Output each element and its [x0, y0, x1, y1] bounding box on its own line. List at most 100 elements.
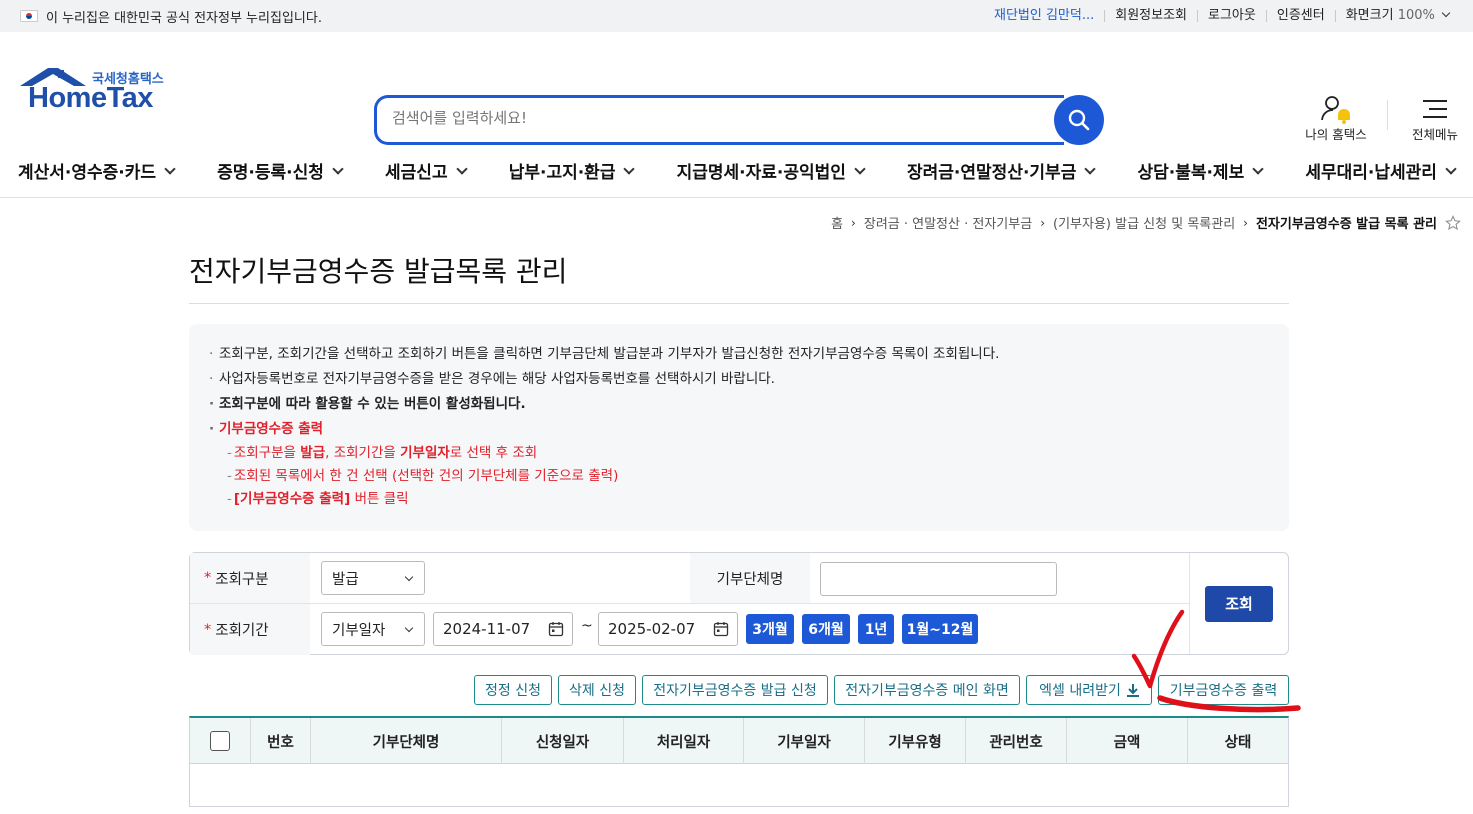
- col-donation-type: 기부유형: [865, 718, 966, 764]
- nav-label: 세금신고: [385, 163, 448, 183]
- chevron-down-icon: [404, 572, 414, 582]
- notice-print-heading: 기부금영수증 출력: [209, 417, 1269, 442]
- nav-statement-public-corp[interactable]: 지급명세·자료·공익법인: [676, 158, 866, 183]
- member-info-link[interactable]: 회원정보조회: [1104, 9, 1197, 22]
- search-filter: * 조회구분 발급 기부단체명 * 조회기간 기부일자 2024-11-07 ~ 2…: [189, 552, 1289, 655]
- chevron-down-icon: [332, 162, 344, 175]
- breadcrumb: 홈 › 장려금 · 연말정산 · 전자기부금 › (기부자용) 발급 신청 및 …: [831, 213, 1461, 232]
- col-process-date: 처리일자: [624, 718, 744, 764]
- select-value: 발급: [332, 571, 359, 588]
- notice-sub-line: [기부금영수증 출력] 버튼 클릭: [209, 488, 1269, 511]
- nav-label: 증명·등록·신청: [217, 163, 324, 183]
- nav-label: 지급명세·자료·공익법인: [676, 163, 846, 183]
- period-jan-dec-button[interactable]: 1월~12월: [902, 614, 978, 644]
- delete-request-button[interactable]: 삭제 신청: [558, 675, 636, 705]
- issue-request-button[interactable]: 전자기부금영수증 발급 신청: [642, 675, 828, 705]
- nav-incentive-yearend-donation[interactable]: 장려금·연말정산·기부금: [907, 158, 1097, 183]
- logout-link[interactable]: 로그아웃: [1197, 9, 1266, 22]
- star-icon[interactable]: [1445, 214, 1461, 231]
- chevron-down-icon: [404, 623, 414, 633]
- button-label: 엑셀 내려받기: [1039, 683, 1121, 699]
- main-screen-button[interactable]: 전자기부금영수증 메인 화면: [834, 675, 1020, 705]
- select-value: 기부일자: [332, 622, 386, 639]
- nav-label: 계산서·영수증·카드: [18, 163, 157, 183]
- chevron-right-icon: ›: [851, 215, 856, 230]
- breadcrumb-level2[interactable]: (기부자용) 발급 신청 및 목록관리: [1053, 213, 1235, 232]
- nav-consult-appeal[interactable]: 상담·불복·제보: [1137, 158, 1264, 183]
- search-input[interactable]: [392, 107, 1032, 129]
- cert-center-link[interactable]: 인증센터: [1265, 9, 1335, 22]
- notice-line: 사업자등록번호로 전자기부금영수증을 받은 경우에는 해당 사업자등록번호를 선…: [209, 367, 1269, 392]
- period-1y-button[interactable]: 1년: [858, 614, 894, 644]
- notice-line-bold: 조회구분에 따라 활용할 수 있는 버튼이 활성화됩니다.: [209, 392, 1269, 417]
- notice-text: 로 선택 후 조회: [449, 445, 538, 461]
- period-3m-button[interactable]: 3개월: [746, 614, 794, 644]
- user-name-link[interactable]: 재단법인 김만덕...: [984, 9, 1104, 22]
- notice-bold: [기부금영수증 출력]: [233, 491, 351, 507]
- notice-bold: 발급: [300, 445, 326, 461]
- select-all-cell: [190, 718, 251, 764]
- end-date-input[interactable]: 2025-02-07: [598, 612, 738, 646]
- chevron-right-icon: ›: [1243, 215, 1248, 230]
- select-all-checkbox[interactable]: [210, 731, 230, 751]
- nav-certificate-registration[interactable]: 증명·등록·신청: [217, 158, 344, 183]
- site-header: 국세청홈택스 HomeTax 나의 홈택스: [0, 32, 1473, 146]
- calendar-icon[interactable]: [548, 621, 564, 637]
- user-bell-icon: [1321, 96, 1350, 124]
- gov-notice-text[interactable]: 이 누리집은 대한민국 공식 전자정부 누리집입니다.: [46, 7, 322, 26]
- chevron-right-icon: ›: [1040, 215, 1045, 230]
- logo-text: HomeTax: [28, 82, 153, 114]
- screen-size-control[interactable]: 화면크기 100%: [1334, 8, 1459, 22]
- col-request-date: 신청일자: [502, 718, 624, 764]
- chevron-down-icon: [164, 162, 176, 175]
- breadcrumb-level1[interactable]: 장려금 · 연말정산 · 전자기부금: [864, 213, 1032, 232]
- print-receipt-button[interactable]: 기부금영수증 출력: [1158, 675, 1289, 705]
- col-number: 번호: [251, 718, 311, 764]
- search-button[interactable]: [1054, 95, 1104, 145]
- label-text: 조회기간: [215, 623, 269, 639]
- type-select[interactable]: 발급: [321, 561, 425, 595]
- all-menu-button[interactable]: 전체메뉴: [1404, 94, 1466, 143]
- my-hometax-button[interactable]: 나의 홈택스: [1300, 94, 1372, 143]
- breadcrumb-current: 전자기부금영수증 발급 목록 관리: [1255, 217, 1437, 232]
- notice-text: 버튼 클릭: [350, 491, 409, 507]
- notice-sub-line: 조회된 목록에서 한 건 선택 (선택한 건의 기부단체를 기준으로 출력): [209, 465, 1269, 488]
- period-type-select[interactable]: 기부일자: [321, 612, 425, 646]
- all-menu-label: 전체메뉴: [1411, 127, 1458, 142]
- chevron-down-icon: [854, 162, 866, 175]
- hamburger-icon: [1423, 100, 1447, 118]
- main-nav: 계산서·영수증·카드 증명·등록·신청 세금신고 납부·고지·환급 지급명세·자…: [0, 144, 1473, 198]
- inquiry-button[interactable]: 조회: [1205, 585, 1273, 622]
- gov-topbar: 이 누리집은 대한민국 공식 전자정부 누리집입니다. 재단법인 김만덕... …: [0, 0, 1473, 32]
- breadcrumb-home[interactable]: 홈: [831, 213, 843, 232]
- org-label: 기부단체명: [690, 553, 810, 603]
- gov-notice-area: 이 누리집은 대한민국 공식 전자정부 누리집입니다.: [20, 7, 322, 26]
- notice-box: 조회구분, 조회기간을 선택하고 조회하기 버튼을 클릭하면 기부금단체 발급분…: [189, 324, 1289, 531]
- period-6m-button[interactable]: 6개월: [802, 614, 850, 644]
- nav-tax-filing[interactable]: 세금신고: [385, 158, 468, 183]
- excel-download-button[interactable]: 엑셀 내려받기: [1026, 675, 1152, 705]
- nav-invoice-receipt-card[interactable]: 계산서·영수증·카드: [18, 158, 176, 183]
- chevron-down-icon: [455, 162, 468, 175]
- date-value: 2025-02-07: [608, 620, 696, 638]
- korea-flag-icon: [20, 10, 38, 22]
- type-label: * 조회구분: [190, 553, 310, 603]
- header-divider: [1387, 100, 1388, 130]
- page-title: 전자기부금영수증 발급목록 관리: [189, 255, 568, 288]
- col-status: 상태: [1224, 734, 1252, 751]
- start-date-input[interactable]: 2024-11-07: [433, 612, 573, 646]
- org-name-input[interactable]: [820, 562, 1057, 596]
- chevron-down-icon: [1252, 162, 1264, 175]
- chevron-down-icon: [1441, 8, 1451, 18]
- calendar-icon[interactable]: [713, 621, 729, 637]
- correct-request-button[interactable]: 정정 신청: [474, 675, 552, 705]
- col-manage-number: 관리번호: [966, 718, 1067, 764]
- col-org-name: 기부단체명: [311, 718, 502, 764]
- hometax-logo[interactable]: 국세청홈택스 HomeTax: [18, 66, 178, 146]
- period-label: * 조회기간: [190, 604, 310, 655]
- chevron-down-icon: [623, 162, 636, 175]
- nav-tax-agent[interactable]: 세무대리·납세관리: [1305, 158, 1457, 183]
- nav-payment-refund[interactable]: 납부·고지·환급: [509, 158, 636, 183]
- receipt-table: 번호 기부단체명 신청일자 처리일자 기부일자 기부유형 관리번호 금액 상태: [189, 716, 1289, 807]
- nav-label: 세무대리·납세관리: [1305, 163, 1437, 183]
